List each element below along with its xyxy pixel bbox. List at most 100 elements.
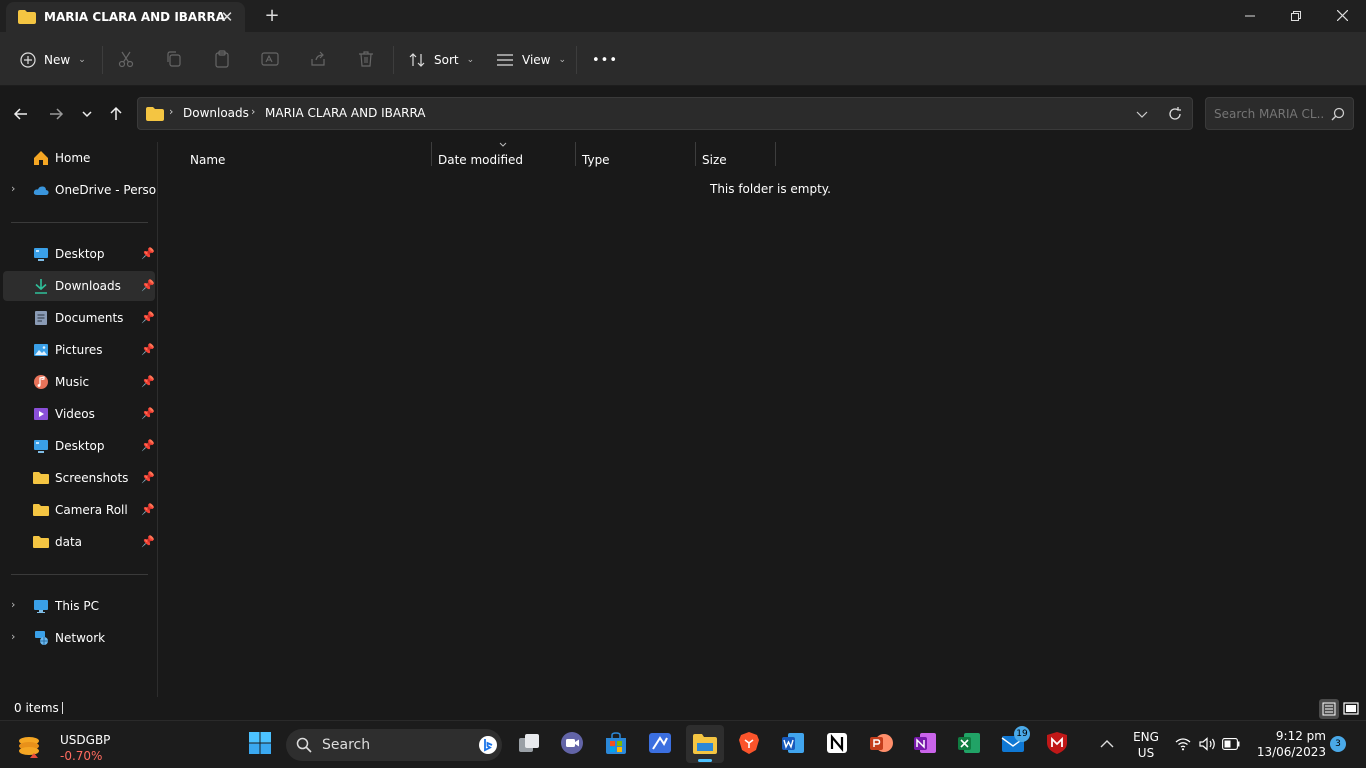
- bing-icon[interactable]: [478, 735, 498, 755]
- clock[interactable]: 9:12 pm 13/06/2023: [1250, 726, 1326, 762]
- powerpoint-icon[interactable]: [868, 730, 894, 756]
- notification-count-badge[interactable]: 3: [1330, 736, 1346, 752]
- up-icon[interactable]: [106, 104, 126, 124]
- mail-badge: 19: [1014, 726, 1030, 742]
- address-bar[interactable]: › Downloads › MARIA CLARA AND IBARRA: [137, 97, 1193, 130]
- chevron-right-icon[interactable]: ›: [11, 598, 15, 611]
- new-tab-button[interactable]: +: [262, 6, 282, 26]
- search-box[interactable]: [1205, 97, 1354, 130]
- recent-locations-icon[interactable]: [77, 104, 97, 124]
- close-window-button[interactable]: [1319, 0, 1365, 32]
- sidebar-item-desktop-2[interactable]: Desktop 📌: [3, 431, 155, 461]
- folder-icon: [33, 536, 49, 548]
- rename-icon[interactable]: [261, 50, 279, 68]
- language-indicator[interactable]: ENG US: [1128, 727, 1164, 761]
- sidebar-item-screenshots[interactable]: Screenshots 📌: [3, 463, 155, 493]
- show-hidden-icons-chevron-icon[interactable]: [1100, 739, 1114, 749]
- pin-icon[interactable]: 📌: [141, 375, 155, 388]
- excel-icon[interactable]: [956, 730, 982, 756]
- back-icon[interactable]: [11, 104, 31, 124]
- maximize-button[interactable]: [1273, 0, 1319, 32]
- column-header-name[interactable]: Name: [184, 148, 225, 172]
- folder-icon: [33, 504, 49, 516]
- large-icons-view-button[interactable]: [1341, 699, 1361, 719]
- minimize-icon: [1245, 15, 1255, 17]
- address-row: › Downloads › MARIA CLARA AND IBARRA: [0, 86, 1366, 142]
- pin-icon[interactable]: 📌: [141, 311, 155, 324]
- breadcrumb-current-folder[interactable]: MARIA CLARA AND IBARRA: [265, 106, 426, 120]
- sidebar-item-data[interactable]: data 📌: [3, 527, 155, 557]
- delete-icon[interactable]: [357, 50, 375, 68]
- share-icon[interactable]: [309, 50, 327, 68]
- address-history-chevron-icon[interactable]: [1136, 109, 1148, 119]
- mcafee-icon[interactable]: [1044, 730, 1070, 756]
- pin-icon[interactable]: 📌: [141, 471, 155, 484]
- pin-icon[interactable]: 📌: [141, 439, 155, 452]
- view-button[interactable]: View ⌄: [496, 46, 566, 74]
- details-view-button[interactable]: [1319, 699, 1339, 719]
- pin-icon[interactable]: 📌: [141, 407, 155, 420]
- sort-button[interactable]: Sort ⌄: [408, 46, 474, 74]
- videos-icon: [34, 408, 48, 420]
- onenote-icon[interactable]: [912, 730, 938, 756]
- pin-icon[interactable]: 📌: [141, 247, 155, 260]
- sidebar-item-pictures[interactable]: Pictures 📌: [3, 335, 155, 365]
- chevron-right-icon[interactable]: ›: [11, 182, 15, 195]
- word-icon[interactable]: [780, 730, 806, 756]
- sidebar-item-network[interactable]: › Network: [3, 623, 155, 653]
- battery-icon[interactable]: [1222, 738, 1240, 750]
- file-explorer-taskbar-button[interactable]: [686, 725, 724, 763]
- sidebar-item-label: OneDrive - Persona: [55, 183, 157, 197]
- task-view-icon[interactable]: [516, 730, 542, 756]
- taskbar: USDGBP -0.70% Search 19 ENG US 9:12 pm 1…: [0, 720, 1366, 768]
- file-explorer-icon: [693, 734, 717, 754]
- microsoft-store-icon[interactable]: [603, 730, 629, 756]
- sidebar-item-camera-roll[interactable]: Camera Roll 📌: [3, 495, 155, 525]
- documents-icon: [35, 311, 47, 325]
- tab-maria-clara[interactable]: MARIA CLARA AND IBARRA ✕: [6, 2, 245, 32]
- stock-widget[interactable]: USDGBP -0.70%: [10, 725, 120, 765]
- column-header-type[interactable]: Type: [576, 148, 610, 172]
- volume-icon[interactable]: [1199, 737, 1217, 751]
- start-windows-icon[interactable]: [247, 730, 273, 756]
- see-more-button[interactable]: •••: [592, 46, 618, 74]
- mail-app-button[interactable]: 19: [1000, 726, 1030, 756]
- refresh-icon[interactable]: [1167, 106, 1183, 122]
- brave-browser-icon[interactable]: [736, 730, 762, 756]
- pin-icon[interactable]: 📌: [141, 279, 155, 292]
- pin-icon[interactable]: 📌: [141, 503, 155, 516]
- app-launcher-icon[interactable]: [647, 730, 673, 756]
- forward-icon[interactable]: [46, 104, 66, 124]
- sidebar-item-videos[interactable]: Videos 📌: [3, 399, 155, 429]
- breadcrumb-separator: ›: [169, 105, 174, 118]
- restore-icon: [1291, 11, 1301, 21]
- search-input[interactable]: [1214, 105, 1324, 123]
- copy-icon[interactable]: [165, 50, 183, 68]
- folder-icon: [18, 10, 36, 24]
- cut-icon[interactable]: [117, 50, 135, 68]
- pin-icon[interactable]: 📌: [141, 343, 155, 356]
- teams-chat-icon[interactable]: [559, 730, 585, 756]
- new-button[interactable]: New ⌄: [20, 46, 86, 74]
- sidebar-item-onedrive[interactable]: › OneDrive - Persona: [3, 175, 157, 205]
- column-header-size[interactable]: Size: [696, 148, 727, 172]
- pin-icon[interactable]: 📌: [141, 535, 155, 548]
- search-icon: [1331, 107, 1345, 121]
- column-divider[interactable]: [775, 142, 776, 166]
- notion-icon[interactable]: [824, 730, 850, 756]
- minimize-button[interactable]: [1227, 0, 1273, 32]
- sidebar-item-this-pc[interactable]: › This PC: [3, 591, 155, 621]
- close-tab-button[interactable]: ✕: [218, 8, 236, 26]
- sidebar-item-documents[interactable]: Documents 📌: [3, 303, 155, 333]
- chevron-right-icon[interactable]: ›: [11, 630, 15, 643]
- sidebar-item-music[interactable]: Music 📌: [3, 367, 155, 397]
- paste-icon[interactable]: [213, 50, 231, 68]
- sidebar-item-desktop[interactable]: Desktop 📌: [3, 239, 155, 269]
- column-header-date-modified[interactable]: Date modified: [432, 148, 523, 172]
- wifi-icon[interactable]: [1175, 737, 1191, 751]
- title-bar: MARIA CLARA AND IBARRA ✕ +: [0, 0, 1366, 32]
- breadcrumb-downloads[interactable]: Downloads: [183, 106, 249, 120]
- sidebar-item-downloads[interactable]: Downloads 📌: [3, 271, 155, 301]
- taskbar-search[interactable]: Search: [286, 729, 502, 761]
- sidebar-item-home[interactable]: Home: [3, 143, 155, 173]
